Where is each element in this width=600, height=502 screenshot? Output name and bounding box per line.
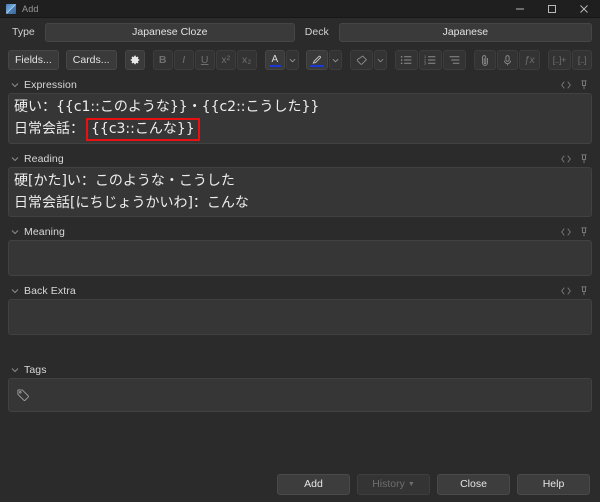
help-button[interactable]: Help bbox=[517, 473, 590, 495]
tags-input[interactable] bbox=[8, 378, 592, 413]
subscript-button[interactable]: x₂ bbox=[236, 50, 257, 70]
html-editor-icon[interactable] bbox=[559, 225, 572, 238]
highlight-pen-icon[interactable] bbox=[305, 50, 328, 70]
chevron-down-icon[interactable] bbox=[10, 155, 19, 163]
field-input-reading[interactable]: 硬[かた]い：このような・こうした 日常会話[にちじょうかいわ]：こんな bbox=[8, 167, 592, 218]
deck-label: Deck bbox=[304, 26, 329, 38]
underline-button[interactable]: U bbox=[194, 50, 215, 70]
html-editor-icon[interactable] bbox=[559, 152, 572, 165]
field-header-expression: Expression bbox=[8, 76, 592, 93]
toolbar-group-color: A bbox=[264, 50, 342, 70]
field-input-meaning[interactable] bbox=[8, 240, 592, 277]
field-label-expression: Expression bbox=[24, 78, 77, 91]
svg-text:3: 3 bbox=[424, 62, 426, 66]
maximize-icon[interactable] bbox=[536, 0, 568, 18]
tags-label: Tags bbox=[24, 363, 47, 376]
type-label: Type bbox=[12, 26, 35, 38]
tags-header: Tags bbox=[8, 361, 592, 378]
editor-toolbar: Fields... Cards... B I U x² x₂ A 1 2 3 ƒ… bbox=[0, 46, 600, 74]
expression-line-2: 日常会話： {{c3::こんな}} bbox=[14, 118, 586, 141]
remove-format-chevron-down-icon[interactable] bbox=[373, 50, 387, 70]
mathjax-button[interactable]: ƒx bbox=[519, 50, 540, 70]
tag-icon bbox=[16, 388, 30, 402]
text-color-button[interactable]: A bbox=[264, 50, 285, 70]
toolbar-group-format: B I U x² x₂ bbox=[152, 50, 257, 70]
text-color-label: A bbox=[271, 54, 279, 65]
field-input-expression[interactable]: 硬い：{{c1::このような}}・{{c2::こうした}} 日常会話： {{c3:… bbox=[8, 93, 592, 144]
pin-icon[interactable] bbox=[577, 152, 590, 165]
toolbar-group-cloze: [..]+ [..] bbox=[547, 50, 593, 70]
field-reading: Reading 硬[かた]い：このような・こうした 日常会話[にちじょうかいわ]… bbox=[8, 150, 592, 218]
highlight-color-swatch bbox=[309, 65, 324, 67]
highlighted-cloze-annotation: {{c3::こんな}} bbox=[86, 118, 200, 141]
close-icon[interactable] bbox=[568, 0, 600, 18]
highlight-chevron-down-icon[interactable] bbox=[328, 50, 342, 70]
anki-app-icon bbox=[6, 3, 16, 14]
chevron-down-icon[interactable] bbox=[10, 366, 19, 374]
minimize-icon[interactable] bbox=[504, 0, 536, 18]
toolbar-group-media: ƒx bbox=[474, 50, 540, 70]
chevron-down-icon[interactable] bbox=[10, 81, 19, 89]
text-color-chevron-down-icon[interactable] bbox=[285, 50, 299, 70]
notetype-button[interactable]: Japanese Cloze bbox=[44, 22, 295, 42]
expression-line-1: 硬い：{{c1::このような}}・{{c2::こうした}} bbox=[14, 99, 320, 115]
fields-container: Expression 硬い：{{c1::このような}}・{{c2::こうした}}… bbox=[0, 74, 600, 336]
window-title: Add bbox=[22, 3, 39, 14]
chevron-down-icon[interactable] bbox=[10, 228, 19, 236]
field-input-back-extra[interactable] bbox=[8, 299, 592, 336]
fields-button[interactable]: Fields... bbox=[8, 50, 59, 70]
expression-line-2-text: 日常会話： bbox=[14, 121, 84, 138]
text-color-swatch bbox=[268, 65, 281, 67]
add-button[interactable]: Add bbox=[277, 473, 350, 495]
gear-icon[interactable] bbox=[124, 50, 145, 70]
field-header-meaning: Meaning bbox=[8, 223, 592, 240]
cloze-same-button[interactable]: [..] bbox=[572, 50, 593, 70]
bullet-list-icon[interactable] bbox=[395, 50, 418, 70]
chevron-down-icon: ▼ bbox=[407, 480, 415, 488]
field-header-back-extra: Back Extra bbox=[8, 282, 592, 299]
toolbar-group-remove-format bbox=[349, 50, 387, 70]
pin-icon[interactable] bbox=[577, 225, 590, 238]
text-align-icon[interactable] bbox=[443, 50, 466, 70]
paperclip-icon[interactable] bbox=[474, 50, 497, 70]
field-header-reading: Reading bbox=[8, 150, 592, 167]
field-back-extra: Back Extra bbox=[8, 282, 592, 336]
cards-button[interactable]: Cards... bbox=[65, 50, 117, 70]
tags-section: Tags bbox=[0, 361, 600, 413]
history-button[interactable]: History ▼ bbox=[357, 473, 430, 495]
field-label-meaning: Meaning bbox=[24, 225, 65, 238]
html-editor-icon[interactable] bbox=[559, 78, 572, 91]
superscript-button[interactable]: x² bbox=[215, 50, 236, 70]
reading-line-1: 硬[かた]い：このような・こうした bbox=[14, 173, 235, 189]
toolbar-group-notetype: Fields... Cards... bbox=[8, 50, 117, 70]
pin-icon[interactable] bbox=[577, 78, 590, 91]
deck-button[interactable]: Japanese bbox=[338, 22, 592, 42]
history-label: History bbox=[372, 478, 405, 490]
title-bar: Add bbox=[0, 0, 600, 18]
numbered-list-icon[interactable]: 1 2 3 bbox=[419, 50, 442, 70]
notetype-deck-row: Type Japanese Cloze Deck Japanese bbox=[0, 18, 600, 46]
bold-button[interactable]: B bbox=[152, 50, 173, 70]
field-meaning: Meaning bbox=[8, 223, 592, 277]
close-button[interactable]: Close bbox=[437, 473, 510, 495]
italic-button[interactable]: I bbox=[173, 50, 194, 70]
pin-icon[interactable] bbox=[577, 284, 590, 297]
field-label-back-extra: Back Extra bbox=[24, 284, 76, 297]
field-label-reading: Reading bbox=[24, 152, 64, 165]
cloze-new-button[interactable]: [..]+ bbox=[547, 50, 572, 70]
toolbar-group-lists: 1 2 3 bbox=[395, 50, 466, 70]
eraser-icon[interactable] bbox=[349, 50, 373, 70]
dialog-button-bar: Add History ▼ Close Help bbox=[0, 470, 600, 502]
html-editor-icon[interactable] bbox=[559, 284, 572, 297]
reading-line-2: 日常会話[にちじょうかいわ]：こんな bbox=[14, 195, 249, 212]
microphone-icon[interactable] bbox=[497, 50, 519, 70]
field-expression: Expression 硬い：{{c1::このような}}・{{c2::こうした}}… bbox=[8, 76, 592, 144]
chevron-down-icon[interactable] bbox=[10, 287, 19, 295]
